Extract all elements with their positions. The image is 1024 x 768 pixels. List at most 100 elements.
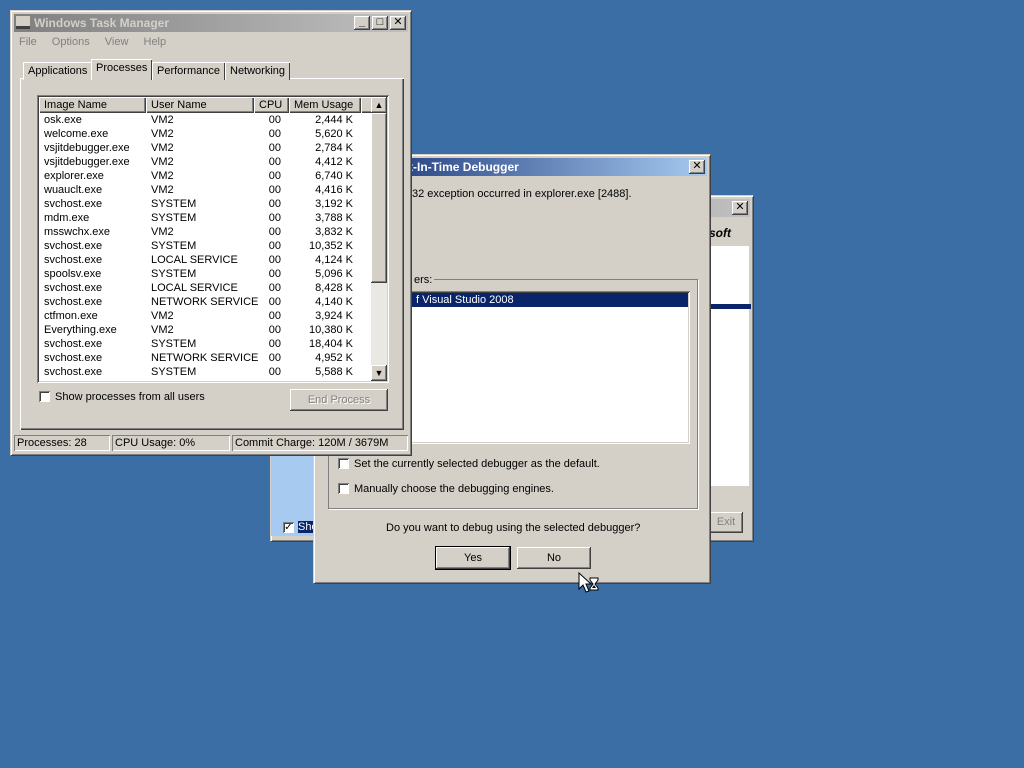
cell-image-name: svchost.exe [44,240,103,252]
table-row[interactable]: svchost.exe SYSTEM 00 5,588 K [39,365,371,379]
table-row[interactable]: svchost.exe NETWORK SERVICE 00 4,952 K [39,351,371,365]
table-row[interactable]: vsjitdebugger.exe VM2 00 2,784 K [39,141,371,155]
menu-help[interactable]: Help [144,36,167,48]
menu-view[interactable]: View [105,36,129,48]
process-list[interactable]: Image Name User Name CPU Mem Usage osk.e… [37,95,389,383]
cell-image-name: wuauclt.exe [44,184,103,196]
cell-cpu: 00 [268,226,281,238]
manual-engines-label: Manually choose the debugging engines. [354,483,554,495]
end-process-button[interactable]: End Process [290,389,388,411]
table-row[interactable]: svchost.exe SYSTEM 00 10,352 K [39,239,371,253]
scroll-down-icon[interactable]: ▼ [371,365,387,381]
minimize-icon[interactable]: _ [354,16,370,30]
manual-engines-checkbox[interactable] [338,483,349,494]
close-icon[interactable]: ✕ [732,201,748,215]
set-default-checkbox[interactable] [338,458,349,469]
column-image-name[interactable]: Image Name [39,97,146,113]
cell-cpu: 00 [268,338,281,350]
scroll-thumb[interactable] [371,113,387,283]
cell-user-name: SYSTEM [151,268,197,280]
cell-cpu: 00 [268,212,281,224]
status-processes: Processes: 28 [14,435,110,451]
cell-image-name: osk.exe [44,114,82,126]
menu-options[interactable]: Options [52,36,90,48]
cell-user-name: VM2 [151,128,174,140]
cell-user-name: SYSTEM [151,338,197,350]
debuggers-list[interactable]: f Visual Studio 2008 [410,291,690,444]
cell-cpu: 00 [268,198,281,210]
cell-image-name: explorer.exe [44,170,104,182]
cell-mem-usage: 5,620 K [315,128,353,140]
cell-user-name: VM2 [151,156,174,168]
cell-mem-usage: 18,404 K [308,338,353,350]
background-show-checkbox[interactable]: ✓ [283,522,294,533]
exit-button[interactable]: Exit [709,512,743,533]
no-button[interactable]: No [517,547,591,569]
table-row[interactable]: ctfmon.exe VM2 00 3,924 K [39,309,371,323]
table-row[interactable]: svchost.exe SYSTEM 00 3,192 K [39,197,371,211]
cell-mem-usage: 4,952 K [315,352,353,364]
cell-user-name: SYSTEM [151,198,197,210]
cell-image-name: svchost.exe [44,338,103,350]
table-row[interactable]: osk.exe VM2 00 2,444 K [39,113,371,127]
tab-processes[interactable]: Processes [91,59,153,80]
cell-mem-usage: 4,140 K [315,296,353,308]
tab-strip: Applications Processes Performance Netwo… [21,59,401,80]
close-icon[interactable]: ✕ [390,16,406,30]
column-mem-usage[interactable]: Mem Usage [289,97,361,113]
table-row[interactable]: welcome.exe VM2 00 5,620 K [39,127,371,141]
table-row[interactable]: svchost.exe LOCAL SERVICE 00 4,124 K [39,253,371,267]
cell-image-name: ctfmon.exe [44,310,98,322]
debugger-list-item-label: f Visual Studio 2008 [416,294,514,306]
table-row[interactable]: svchost.exe SYSTEM 00 18,404 K [39,337,371,351]
table-row[interactable]: wuauclt.exe VM2 00 4,416 K [39,183,371,197]
cell-user-name: VM2 [151,184,174,196]
scroll-up-icon[interactable]: ▲ [371,97,387,113]
cell-mem-usage: 10,352 K [308,240,353,252]
cell-cpu: 00 [268,268,281,280]
tab-performance[interactable]: Performance [152,62,225,80]
cell-mem-usage: 8,428 K [315,282,353,294]
column-cpu[interactable]: CPU [254,97,289,113]
cell-cpu: 00 [268,310,281,322]
debug-question: Do you want to debug using the selected … [386,522,641,534]
cell-cpu: 00 [268,170,281,182]
set-default-label: Set the currently selected debugger as t… [354,458,600,470]
cell-cpu: 00 [268,366,281,378]
cell-image-name: spoolsv.exe [44,268,102,280]
cell-mem-usage: 4,416 K [315,184,353,196]
cell-mem-usage: 6,740 K [315,170,353,182]
show-all-users-checkbox[interactable] [39,391,50,402]
cell-user-name: LOCAL SERVICE [151,254,238,266]
debugger-list-item[interactable]: f Visual Studio 2008 [412,293,688,307]
table-row[interactable]: vsjitdebugger.exe VM2 00 4,412 K [39,155,371,169]
cell-user-name: VM2 [151,324,174,336]
close-icon[interactable]: ✕ [689,160,705,174]
cell-mem-usage: 4,412 K [315,156,353,168]
tab-networking[interactable]: Networking [225,62,291,80]
jit-debugger-title: t-In-Time Debugger [409,160,519,174]
table-row[interactable]: msswchx.exe VM2 00 3,832 K [39,225,371,239]
table-row[interactable]: svchost.exe NETWORK SERVICE 00 4,140 K [39,295,371,309]
task-manager-title: Windows Task Manager [34,16,170,30]
cell-mem-usage: 5,096 K [315,268,353,280]
yes-button[interactable]: Yes [435,546,511,570]
vertical-scrollbar[interactable]: ▲ ▼ [371,97,387,381]
table-row[interactable]: svchost.exe LOCAL SERVICE 00 8,428 K [39,281,371,295]
cell-cpu: 00 [268,114,281,126]
table-row[interactable]: explorer.exe VM2 00 6,740 K [39,169,371,183]
cell-mem-usage: 10,380 K [308,324,353,336]
maximize-icon[interactable]: □ [372,16,388,30]
task-manager-titlebar[interactable]: Windows Task Manager _ □ ✕ [14,14,408,32]
menu-file[interactable]: File [19,36,37,48]
tab-applications[interactable]: Applications [23,62,93,80]
cell-cpu: 00 [268,254,281,266]
column-user-name[interactable]: User Name [146,97,254,113]
table-row[interactable]: spoolsv.exe SYSTEM 00 5,096 K [39,267,371,281]
cell-cpu: 00 [268,128,281,140]
cell-cpu: 00 [268,240,281,252]
cell-image-name: svchost.exe [44,254,103,266]
table-row[interactable]: Everything.exe VM2 00 10,380 K [39,323,371,337]
table-row[interactable]: mdm.exe SYSTEM 00 3,788 K [39,211,371,225]
cell-cpu: 00 [268,282,281,294]
